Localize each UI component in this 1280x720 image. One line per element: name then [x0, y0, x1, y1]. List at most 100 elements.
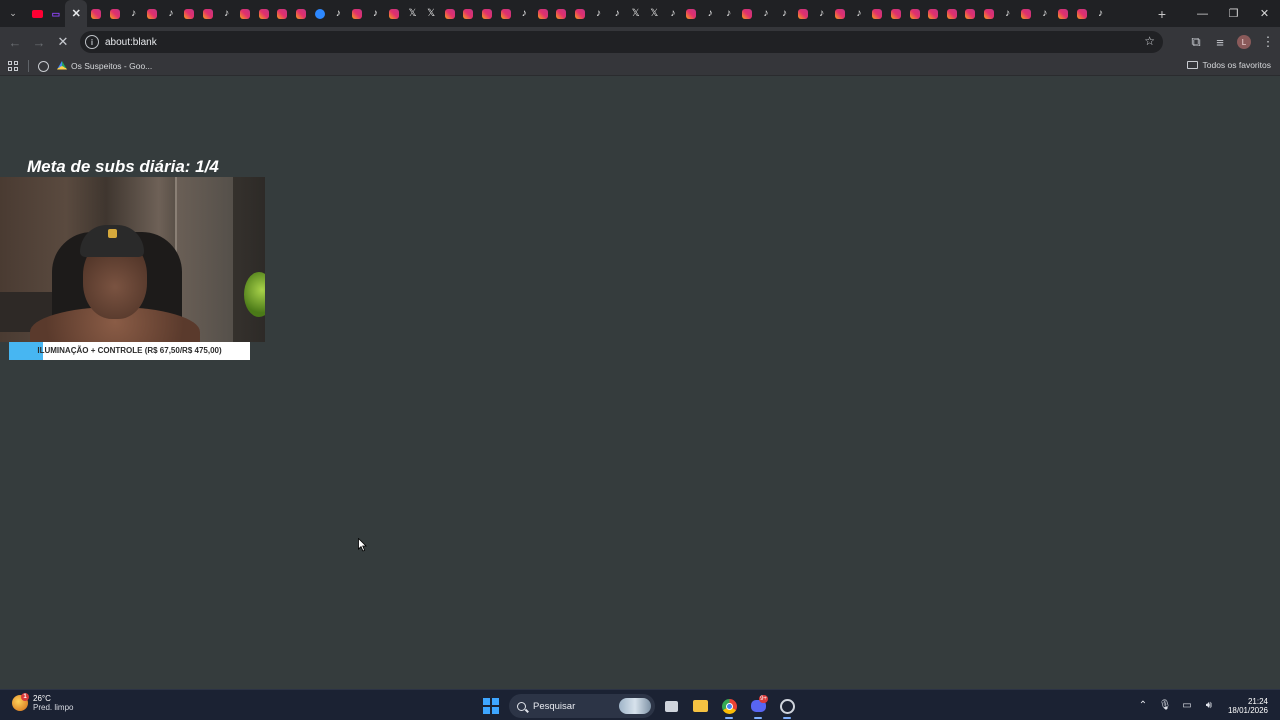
profile-button[interactable]: L — [1232, 30, 1256, 54]
task-view-button[interactable] — [658, 693, 684, 719]
tab[interactable] — [28, 0, 47, 27]
tab[interactable] — [440, 0, 459, 27]
file-explorer-button[interactable] — [687, 693, 713, 719]
tab[interactable]: ♪ — [775, 0, 794, 27]
tab[interactable] — [738, 0, 757, 27]
donation-goal-label: ILUMINAÇÃO + CONTROLE (R$ 67,50/R$ 475,0… — [37, 346, 222, 355]
address-url[interactable]: about:blank — [105, 37, 157, 48]
tab[interactable] — [273, 0, 292, 27]
tiktok-icon: ♪ — [856, 7, 862, 19]
tab[interactable] — [292, 0, 311, 27]
tab[interactable] — [887, 0, 906, 27]
tab[interactable]: ♪ — [757, 0, 776, 27]
tab[interactable]: ♪ — [217, 0, 236, 27]
tab[interactable] — [348, 0, 367, 27]
tab[interactable] — [180, 0, 199, 27]
bookmark-star-icon[interactable]: ☆ — [1144, 34, 1155, 48]
tab[interactable] — [924, 0, 943, 27]
tab[interactable]: ♪ — [329, 0, 348, 27]
restore-icon[interactable]: ❐ — [1218, 0, 1249, 27]
tab[interactable]: ♪ — [608, 0, 627, 27]
instagram-icon — [296, 8, 307, 19]
network-icon[interactable]: ▭ — [1178, 697, 1196, 715]
tab[interactable] — [980, 0, 999, 27]
tab[interactable]: ♪ — [1091, 0, 1110, 27]
tab[interactable] — [106, 0, 125, 27]
tab[interactable] — [571, 0, 590, 27]
tab[interactable]: ♪ — [719, 0, 738, 27]
tab[interactable]: ♪ — [589, 0, 608, 27]
tab[interactable]: ♪ — [850, 0, 869, 27]
tab[interactable] — [1073, 0, 1092, 27]
tab[interactable]: ♪ — [515, 0, 534, 27]
tab[interactable] — [961, 0, 980, 27]
discord-button[interactable]: 9+ — [745, 693, 771, 719]
tab[interactable] — [943, 0, 962, 27]
tiktok-icon: ♪ — [168, 7, 174, 19]
menu-icon[interactable]: ⋮ — [1256, 30, 1280, 54]
globe-icon[interactable] — [38, 60, 49, 72]
volume-icon[interactable]: 🔊︎ — [1200, 697, 1218, 715]
tab[interactable]: 𝕏 — [626, 0, 645, 27]
discord-badge: 9+ — [759, 695, 768, 703]
forward-icon[interactable]: → — [27, 30, 51, 54]
microphone-icon[interactable]: 🎙︎ — [1156, 697, 1174, 715]
search-icon — [517, 701, 526, 711]
back-icon[interactable]: ← — [3, 30, 27, 54]
tab[interactable] — [794, 0, 813, 27]
tab[interactable]: ♪ — [812, 0, 831, 27]
tab[interactable] — [1017, 0, 1036, 27]
tab[interactable]: ▭ — [47, 0, 66, 27]
new-tab-button[interactable]: + — [1152, 4, 1172, 24]
apps-icon[interactable] — [8, 61, 18, 71]
weather-widget[interactable]: 1 26°C Pred. limpo — [12, 693, 73, 712]
tab[interactable]: ♪ — [124, 0, 143, 27]
tab[interactable] — [478, 0, 497, 27]
steam-button[interactable] — [774, 693, 800, 719]
tab[interactable]: ♪ — [162, 0, 181, 27]
tab[interactable] — [552, 0, 571, 27]
close-tab-icon[interactable]: ✕ — [71, 8, 81, 19]
tab[interactable]: ♪ — [701, 0, 720, 27]
tab[interactable] — [199, 0, 218, 27]
active-tab[interactable]: ✕ — [65, 0, 88, 27]
tab[interactable]: ♪ — [998, 0, 1017, 27]
tab[interactable] — [496, 0, 515, 27]
tab[interactable]: ♪ — [664, 0, 683, 27]
windows-start-icon[interactable] — [483, 698, 499, 714]
taskbar-search[interactable]: Pesquisar — [509, 694, 655, 718]
tab[interactable] — [87, 0, 106, 27]
tab[interactable]: 𝕏 — [645, 0, 664, 27]
tab[interactable] — [143, 0, 162, 27]
bookmark-os-suspeitos[interactable]: Os Suspeitos - Goo... — [57, 61, 152, 71]
site-info-icon[interactable]: i — [85, 35, 99, 49]
tab[interactable] — [868, 0, 887, 27]
tab-search-icon[interactable]: ⌄ — [4, 5, 22, 23]
media-control-icon[interactable]: ≡ — [1208, 30, 1232, 54]
chrome-button[interactable] — [716, 693, 742, 719]
tab[interactable] — [459, 0, 478, 27]
tab[interactable]: ♪ — [366, 0, 385, 27]
tab[interactable] — [533, 0, 552, 27]
tab[interactable]: 𝕏 — [403, 0, 422, 27]
clock[interactable]: 21:24 18/01/2026 — [1228, 697, 1268, 715]
all-bookmarks-button[interactable]: Todos os favoritos — [1187, 60, 1271, 70]
tiktok-icon: ♪ — [372, 7, 378, 19]
tab[interactable]: ♪ — [1035, 0, 1054, 27]
mouse-cursor-icon — [358, 538, 367, 552]
stop-loading-icon[interactable]: ✕ — [51, 30, 75, 54]
tab[interactable] — [385, 0, 404, 27]
tab[interactable] — [905, 0, 924, 27]
tab[interactable]: 𝕏 — [422, 0, 441, 27]
tab[interactable] — [255, 0, 274, 27]
minimize-icon[interactable]: — — [1187, 0, 1218, 27]
address-bar[interactable]: i about:blank ☆ — [80, 31, 1163, 53]
tab[interactable] — [682, 0, 701, 27]
close-window-icon[interactable]: ✕ — [1249, 0, 1280, 27]
tab[interactable] — [1054, 0, 1073, 27]
chevron-up-icon[interactable]: ⌃ — [1134, 697, 1152, 715]
tab[interactable] — [236, 0, 255, 27]
tab[interactable] — [310, 0, 329, 27]
tab[interactable] — [831, 0, 850, 27]
extensions-icon[interactable]: ⧉ — [1184, 30, 1208, 54]
